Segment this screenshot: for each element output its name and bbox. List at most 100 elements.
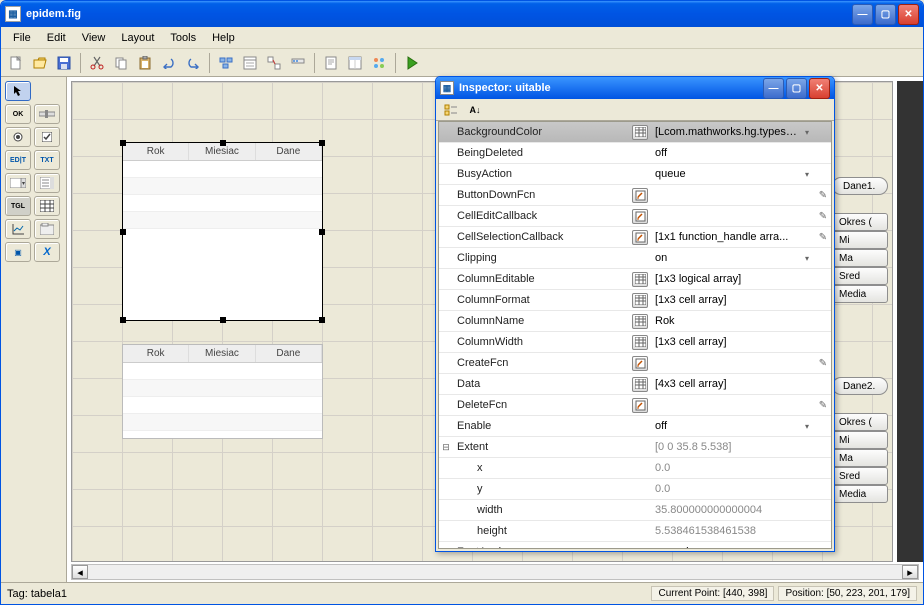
expand-toggle[interactable]: ⊟	[439, 442, 453, 453]
prop-value[interactable]: off	[651, 420, 799, 432]
prop-value[interactable]: [1x3 cell array]	[651, 294, 799, 306]
prop-row-celleditcallback[interactable]: CellEditCallback✎	[439, 206, 831, 227]
prop-row-clipping[interactable]: Clippingon▾	[439, 248, 831, 269]
maximize-button[interactable]: ▢	[875, 4, 896, 25]
prop-row-backgroundcolor[interactable]: BackgroundColor[Lcom.mathworks.hg.types.…	[439, 122, 831, 143]
prop-value[interactable]: 0.0	[651, 462, 799, 474]
titlebar[interactable]: ▦ epidem.fig — ▢ ✕	[1, 1, 923, 27]
sred2[interactable]: Sred	[832, 467, 888, 485]
grid-editor-icon[interactable]	[632, 377, 648, 392]
dane2-button[interactable]: Dane2.	[832, 377, 888, 395]
prop-row-data[interactable]: Data[4x3 cell array]	[439, 374, 831, 395]
prop-row-y[interactable]: y0.0	[439, 479, 831, 500]
prop-row-cellselectioncallback[interactable]: CellSelectionCallback[1x1 function_handl…	[439, 227, 831, 248]
close-button[interactable]: ✕	[898, 4, 919, 25]
prop-value[interactable]: Rok	[651, 315, 799, 327]
callback-editor-icon[interactable]	[632, 188, 648, 203]
sred1[interactable]: Sred	[832, 267, 888, 285]
inspector-minimize[interactable]: —	[763, 78, 784, 99]
dropdown-icon[interactable]: ▾	[799, 548, 815, 550]
pencil-icon[interactable]: ✎	[815, 190, 831, 201]
callback-editor-icon[interactable]	[632, 209, 648, 224]
open-icon[interactable]	[29, 52, 51, 74]
tab-order-icon[interactable]	[263, 52, 285, 74]
horizontal-scrollbar[interactable]: ◂ ▸	[71, 564, 919, 580]
text-tool[interactable]: TXT	[34, 150, 60, 170]
prop-row-columneditable[interactable]: ColumnEditable[1x3 logical array]	[439, 269, 831, 290]
media2[interactable]: Media	[832, 485, 888, 503]
prop-value[interactable]: [1x3 cell array]	[651, 336, 799, 348]
prop-row-columnname[interactable]: ColumnNameRok	[439, 311, 831, 332]
pencil-icon[interactable]: ✎	[815, 232, 831, 243]
edit-tool[interactable]: ED|T	[5, 150, 31, 170]
dane1-button[interactable]: Dane1.	[832, 177, 888, 195]
min1[interactable]: Mi	[832, 231, 888, 249]
grid-editor-icon[interactable]	[632, 314, 648, 329]
pencil-icon[interactable]: ✎	[815, 211, 831, 222]
grid-editor-icon[interactable]	[632, 335, 648, 350]
popup-tool[interactable]	[5, 173, 31, 193]
alphabetize-icon[interactable]: A↓	[464, 99, 486, 121]
prop-value[interactable]: 0.0	[651, 483, 799, 495]
prop-row-enable[interactable]: Enableoff▾	[439, 416, 831, 437]
prop-value[interactable]: normal	[651, 546, 799, 549]
prop-value[interactable]: [0 0 35.8 5.538]	[651, 441, 799, 453]
prop-value[interactable]: [4x3 cell array]	[651, 378, 799, 390]
run-icon[interactable]	[401, 52, 423, 74]
panel-tool[interactable]	[34, 219, 60, 239]
editor-icon[interactable]	[320, 52, 342, 74]
cut-icon[interactable]	[86, 52, 108, 74]
prop-row-width[interactable]: width35.800000000000004	[439, 500, 831, 521]
undo-icon[interactable]	[158, 52, 180, 74]
grid-editor-icon[interactable]	[632, 272, 648, 287]
pushbutton-tool[interactable]: OK	[5, 104, 31, 124]
redo-icon[interactable]	[182, 52, 204, 74]
inspector-maximize[interactable]: ▢	[786, 78, 807, 99]
buttongroup-tool[interactable]: ▣	[5, 242, 31, 262]
uitable2[interactable]: Rok Miesiac Dane	[122, 344, 323, 439]
object-browser-icon[interactable]	[368, 52, 390, 74]
prop-row-x[interactable]: x0.0	[439, 458, 831, 479]
uitable1-selected[interactable]: Rok Miesiac Dane	[122, 142, 323, 321]
dropdown-icon[interactable]: ▾	[799, 128, 815, 137]
prop-row-fontangle[interactable]: FontAnglenormal▾	[439, 542, 831, 549]
grid-editor-icon[interactable]	[632, 293, 648, 308]
min2[interactable]: Mi	[832, 431, 888, 449]
menu-edit[interactable]: Edit	[39, 29, 74, 47]
activex-tool[interactable]: X	[34, 242, 60, 262]
menu-layout[interactable]: Layout	[113, 29, 162, 47]
prop-row-busyaction[interactable]: BusyActionqueue▾	[439, 164, 831, 185]
prop-value[interactable]: [1x3 logical array]	[651, 273, 799, 285]
prop-row-beingdeleted[interactable]: BeingDeletedoff	[439, 143, 831, 164]
align-icon[interactable]	[215, 52, 237, 74]
prop-row-extent[interactable]: ⊟Extent[0 0 35.8 5.538]	[439, 437, 831, 458]
menu-view[interactable]: View	[74, 29, 114, 47]
select-tool[interactable]	[5, 81, 31, 101]
callback-editor-icon[interactable]	[632, 356, 648, 371]
slider-tool[interactable]	[34, 104, 60, 124]
minimize-button[interactable]: —	[852, 4, 873, 25]
okres2[interactable]: Okres (	[832, 413, 888, 431]
prop-row-columnwidth[interactable]: ColumnWidth[1x3 cell array]	[439, 332, 831, 353]
prop-row-height[interactable]: height5.538461538461538	[439, 521, 831, 542]
pencil-icon[interactable]: ✎	[815, 358, 831, 369]
toolbar-editor-icon[interactable]	[287, 52, 309, 74]
prop-value[interactable]: 35.800000000000004	[651, 504, 799, 516]
paste-icon[interactable]	[134, 52, 156, 74]
new-icon[interactable]	[5, 52, 27, 74]
pencil-icon[interactable]: ✎	[815, 400, 831, 411]
max1[interactable]: Ma	[832, 249, 888, 267]
dropdown-icon[interactable]: ▾	[799, 254, 815, 263]
prop-value[interactable]: 5.538461538461538	[651, 525, 799, 537]
prop-row-buttondownfcn[interactable]: ButtonDownFcn✎	[439, 185, 831, 206]
prop-value[interactable]: off	[651, 147, 799, 159]
inspector-window[interactable]: ▦ Inspector: uitable — ▢ ✕ A↓ Background…	[435, 76, 835, 552]
categorize-icon[interactable]	[440, 99, 462, 121]
menu-tools[interactable]: Tools	[162, 29, 204, 47]
dropdown-icon[interactable]: ▾	[799, 422, 815, 431]
scroll-right-icon[interactable]: ▸	[902, 565, 918, 579]
radiobutton-tool[interactable]	[5, 127, 31, 147]
menu-help[interactable]: Help	[204, 29, 243, 47]
inspector-titlebar[interactable]: ▦ Inspector: uitable — ▢ ✕	[436, 77, 834, 99]
prop-value[interactable]: [Lcom.mathworks.hg.types.H...	[651, 126, 799, 138]
